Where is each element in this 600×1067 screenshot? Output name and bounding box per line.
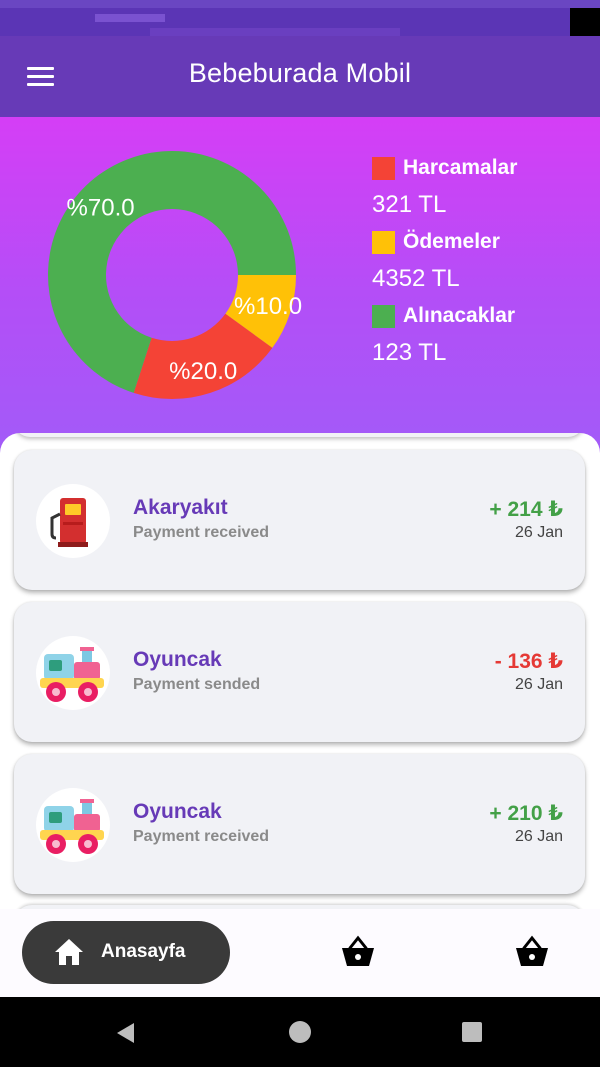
list-item[interactable]: Akaryakıt Payment received + 214 ₺ 26 Ja… (14, 450, 585, 590)
legend-swatch (372, 304, 395, 328)
nav-basket-button[interactable] (338, 933, 378, 973)
toy-train-icon (36, 788, 110, 862)
legend-value: 123 TL (372, 339, 447, 366)
toy-train-icon (36, 636, 110, 710)
list-item[interactable]: Oyuncak Payment received + 210 ₺ 26 Jan (14, 754, 585, 894)
transaction-title: Oyuncak (133, 648, 222, 671)
legend-item-odemeler: Ödemeler (372, 229, 517, 255)
legend-swatch (372, 156, 395, 180)
transaction-subtitle: Payment sended (133, 676, 261, 693)
legend-item-harcamalar: Harcamalar (372, 155, 517, 181)
nav-home-label: Anasayfa (101, 941, 186, 962)
system-navigation-bar (0, 997, 600, 1067)
transaction-date: 26 Jan (514, 524, 563, 541)
transaction-date: 26 Jan (514, 676, 563, 693)
recents-icon[interactable] (461, 1021, 483, 1043)
chart-data-label: %10.0 (234, 293, 302, 320)
home-circle-icon[interactable] (288, 1020, 312, 1044)
bottom-navigation: Anasayfa (0, 909, 600, 997)
transaction-date: 26 Jan (514, 828, 563, 845)
status-bar (0, 0, 600, 36)
legend-swatch (372, 230, 395, 254)
legend-item-alinacaklar: Alınacaklar (372, 303, 517, 329)
legend-value: 4352 TL (372, 265, 460, 292)
app-title: Bebeburada Mobil (188, 58, 412, 88)
transaction-amount: + 210 ₺ (489, 802, 563, 825)
home-icon (55, 939, 83, 965)
legend-label: Harcamalar (403, 156, 518, 179)
nav-home-button[interactable]: Anasayfa (22, 921, 230, 984)
chart-legend: Harcamalar 321 TL Ödemeler 4352 TL Alına… (372, 155, 517, 377)
transaction-title: Oyuncak (133, 800, 222, 823)
chart-data-label: %70.0 (67, 195, 135, 222)
list-item-partial (14, 433, 584, 437)
legend-value: 321 TL (372, 191, 447, 218)
list-item[interactable]: Oyuncak Payment sended - 136 ₺ 26 Jan (14, 602, 585, 742)
legend-label: Ödemeler (403, 230, 500, 253)
shopping-basket-icon (516, 935, 548, 966)
transaction-list[interactable]: Akaryakıt Payment received + 214 ₺ 26 Ja… (0, 433, 600, 913)
shopping-basket-icon (342, 935, 374, 966)
back-icon[interactable] (114, 1021, 136, 1045)
transaction-amount: - 136 ₺ (494, 650, 563, 673)
legend-label: Alınacaklar (403, 304, 516, 327)
transaction-subtitle: Payment received (133, 828, 270, 845)
donut-chart: %10.0 %20.0 %70.0 (47, 151, 302, 399)
fuel-pump-icon (36, 484, 110, 558)
transaction-amount: + 214 ₺ (489, 498, 563, 521)
summary-panel: %10.0 %20.0 %70.0 Harcamalar 321 TL Ödemel… (0, 117, 600, 457)
transaction-subtitle: Payment received (133, 524, 270, 541)
chart-data-label: %20.0 (169, 358, 237, 385)
transaction-title: Akaryakıt (133, 496, 228, 519)
app-bar: Bebeburada Mobil (0, 36, 600, 117)
nav-basket-button-2[interactable] (512, 933, 552, 973)
